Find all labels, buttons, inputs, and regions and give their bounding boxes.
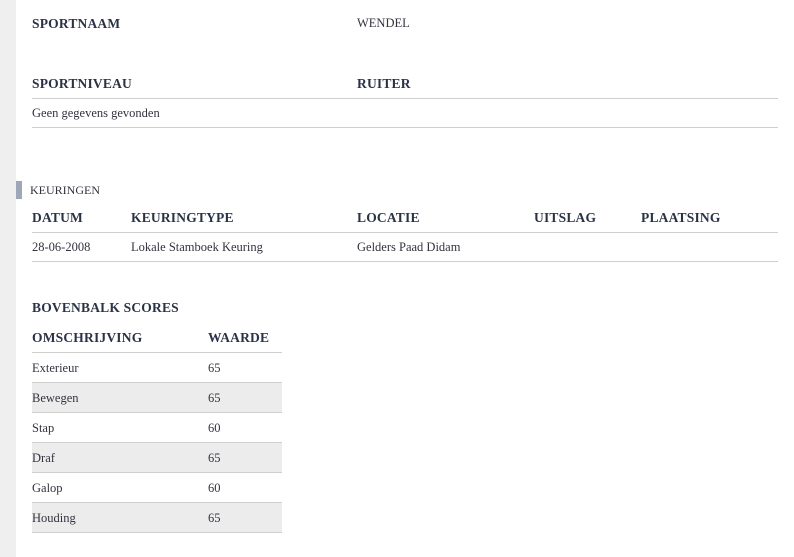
score-omschrijving: Draf bbox=[32, 451, 55, 465]
divider bbox=[32, 232, 778, 233]
table-row: Bewegen 65 bbox=[32, 383, 282, 413]
divider bbox=[32, 127, 778, 128]
divider bbox=[32, 261, 778, 262]
col-header-plaatsing: PLAATSING bbox=[641, 210, 721, 225]
section-marker bbox=[16, 181, 22, 199]
ruiter-header: RUITER bbox=[357, 76, 411, 91]
table-row: Draf 65 bbox=[32, 443, 282, 473]
col-header-datum: DATUM bbox=[32, 210, 83, 225]
table-row: Exterieur 65 bbox=[32, 353, 282, 383]
scores-table: OMSCHRIJVING WAARDE Exterieur 65 Bewegen… bbox=[32, 323, 282, 533]
table-row: Stap 60 bbox=[32, 413, 282, 443]
score-omschrijving: Bewegen bbox=[32, 391, 79, 405]
sportnaam-label: SPORTNAAM bbox=[32, 16, 121, 31]
col-header-locatie: LOCATIE bbox=[357, 210, 420, 225]
keuring-datum: 28-06-2008 bbox=[32, 240, 91, 254]
score-omschrijving: Galop bbox=[32, 481, 63, 495]
keuring-type: Lokale Stamboek Keuring bbox=[131, 240, 263, 254]
keuringen-section-title: KEURINGEN bbox=[30, 183, 100, 197]
bovenbalk-title: BOVENBALK SCORES bbox=[32, 300, 179, 315]
divider bbox=[32, 98, 778, 99]
sportniveau-header: SPORTNIVEAU bbox=[32, 76, 132, 91]
table-row: Galop 60 bbox=[32, 473, 282, 503]
col-header-keuringtype: KEURINGTYPE bbox=[131, 210, 234, 225]
score-omschrijving: Exterieur bbox=[32, 361, 79, 375]
left-gutter bbox=[0, 0, 16, 557]
score-waarde: 65 bbox=[208, 361, 221, 375]
scores-header-row: OMSCHRIJVING WAARDE bbox=[32, 323, 282, 353]
score-waarde: 65 bbox=[208, 511, 221, 525]
score-waarde: 60 bbox=[208, 421, 221, 435]
keuring-locatie: Gelders Paad Didam bbox=[357, 240, 461, 254]
col-header-uitslag: UITSLAG bbox=[534, 210, 597, 225]
col-header-omschrijving: OMSCHRIJVING bbox=[32, 330, 143, 345]
score-waarde: 60 bbox=[208, 481, 221, 495]
table-row: Houding 65 bbox=[32, 503, 282, 533]
score-waarde: 65 bbox=[208, 391, 221, 405]
score-waarde: 65 bbox=[208, 451, 221, 465]
sportnaam-value: WENDEL bbox=[357, 16, 410, 30]
score-omschrijving: Stap bbox=[32, 421, 55, 435]
col-header-waarde: WAARDE bbox=[208, 330, 270, 345]
score-omschrijving: Houding bbox=[32, 511, 76, 525]
empty-message: Geen gegevens gevonden bbox=[32, 106, 160, 120]
